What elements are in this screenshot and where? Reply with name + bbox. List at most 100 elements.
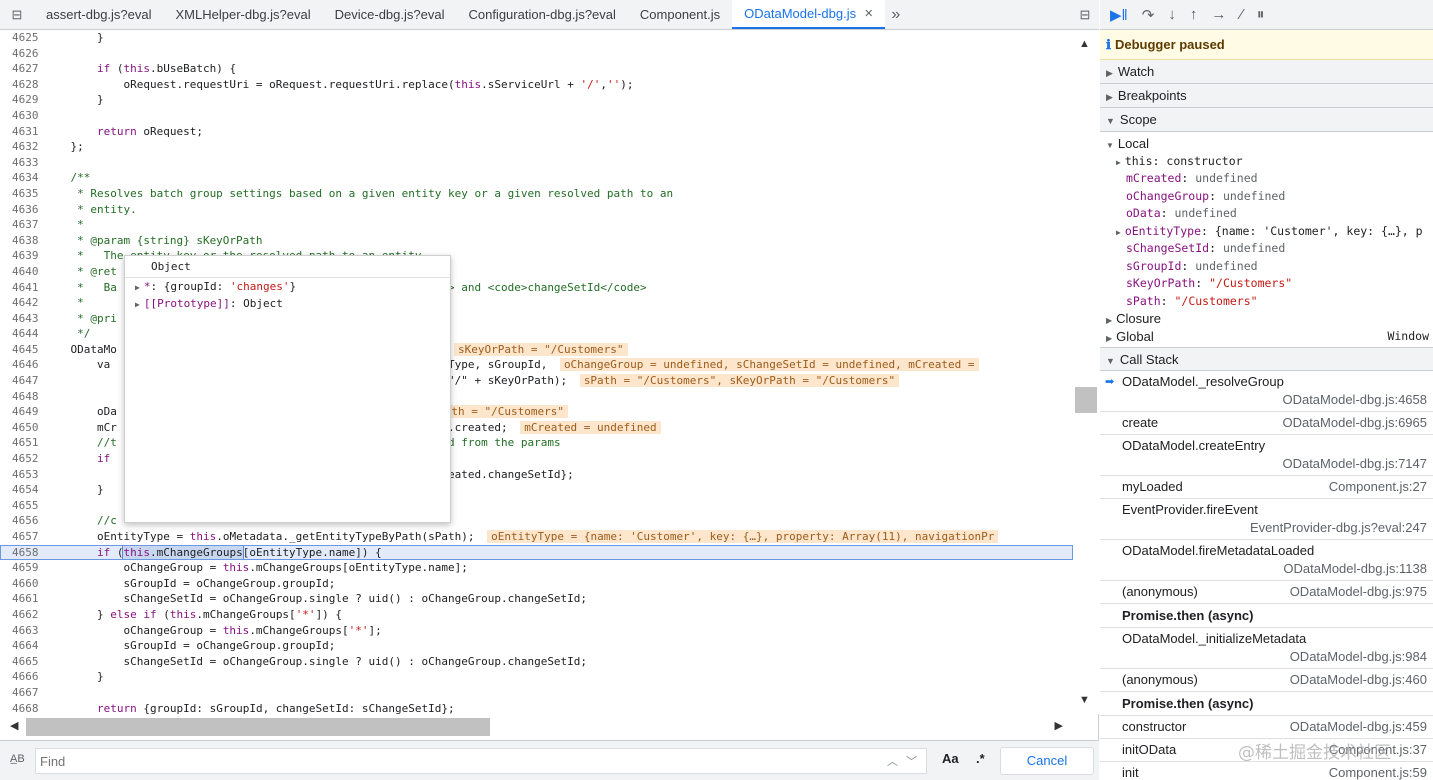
step-over-icon[interactable]: ↷ xyxy=(1142,6,1155,24)
line-number[interactable]: 4633 xyxy=(0,155,44,171)
line-number[interactable]: 4660 xyxy=(0,576,44,592)
scroll-down-icon[interactable]: ▼ xyxy=(1079,694,1090,706)
line-number[interactable]: 4657 xyxy=(0,529,44,545)
scope-variable[interactable]: sChangeSetId: undefined xyxy=(1100,240,1433,258)
line-number[interactable]: 4649 xyxy=(0,404,44,420)
line-number[interactable]: 4648 xyxy=(0,389,44,405)
line-number[interactable]: 4642 xyxy=(0,295,44,311)
call-frame[interactable]: ODataModel.fireMetadataLoaded ODataModel-… xyxy=(1100,540,1433,581)
line-number[interactable]: 4667 xyxy=(0,685,44,701)
pause-exceptions-icon[interactable]: ⏸ xyxy=(1257,6,1265,23)
toggle-debugger-icon[interactable]: ⊟ xyxy=(1071,0,1099,29)
find-prev-icon[interactable]: ︿ xyxy=(887,756,906,768)
frame-location[interactable]: Component.js:37 xyxy=(1329,741,1427,759)
line-number[interactable]: 4659 xyxy=(0,560,44,576)
line-number[interactable]: 4668 xyxy=(0,701,44,714)
vertical-scroll-thumb[interactable] xyxy=(1075,387,1097,413)
scope-variable[interactable]: sKeyOrPath: "/Customers" xyxy=(1100,275,1433,293)
line-number[interactable]: 4626 xyxy=(0,46,44,62)
frame-location[interactable]: ODataModel-dbg.js:460 xyxy=(1290,671,1427,689)
scope-variable[interactable]: ▶ this: constructor xyxy=(1100,153,1433,171)
call-frame[interactable]: ➡ ODataModel._resolveGroup ODataModel-dbg.… xyxy=(1100,371,1433,412)
line-number[interactable]: 4654 xyxy=(0,482,44,498)
toggle-navigator-icon[interactable]: ⊟ xyxy=(0,0,34,29)
find-cancel-button[interactable]: Cancel xyxy=(1000,747,1094,775)
source-tab[interactable]: XMLHelper-dbg.js?eval xyxy=(164,0,323,29)
source-tab[interactable]: Configuration-dbg.js?eval xyxy=(456,0,627,29)
frame-location[interactable]: ODataModel-dbg.js:984 xyxy=(1122,648,1427,666)
line-number[interactable]: 4655 xyxy=(0,498,44,514)
line-number[interactable]: 4647 xyxy=(0,373,44,389)
line-number[interactable]: 4652 xyxy=(0,451,44,467)
line-number[interactable]: 4627 xyxy=(0,61,44,77)
line-number[interactable]: 4630 xyxy=(0,108,44,124)
frame-location[interactable]: ODataModel-dbg.js:4658 xyxy=(1122,391,1427,409)
step-icon[interactable]: → xyxy=(1211,6,1226,23)
call-frame[interactable]: myLoaded Component.js:27 xyxy=(1100,476,1433,499)
line-number[interactable]: 4636 xyxy=(0,202,44,218)
find-next-icon[interactable]: ﹀ xyxy=(906,756,925,768)
scope-variable[interactable]: sGroupId: undefined xyxy=(1100,258,1433,276)
step-out-icon[interactable]: ↑ xyxy=(1190,6,1198,23)
line-number[interactable]: 4653 xyxy=(0,467,44,483)
line-number[interactable]: 4628 xyxy=(0,77,44,93)
line-number[interactable]: 4661 xyxy=(0,591,44,607)
popover-property[interactable]: ▶ *: {groupId: 'changes'} xyxy=(125,278,450,295)
line-number[interactable]: 4638 xyxy=(0,233,44,249)
call-frame[interactable]: constructor ODataModel-dbg.js:459 xyxy=(1100,716,1433,739)
vertical-scrollbar[interactable]: ▲ ▼ xyxy=(1073,30,1099,714)
frame-location[interactable]: ODataModel-dbg.js:6965 xyxy=(1282,414,1427,432)
scroll-up-icon[interactable]: ▲ xyxy=(1079,38,1090,50)
frame-location[interactable]: EventProvider-dbg.js?eval:247 xyxy=(1122,519,1427,537)
line-number[interactable]: 4663 xyxy=(0,623,44,639)
line-number[interactable]: 4635 xyxy=(0,186,44,202)
call-frame[interactable]: ODataModel._initializeMetadata ODataModel… xyxy=(1100,628,1433,669)
call-frame[interactable]: EventProvider.fireEvent EventProvider-dbg… xyxy=(1100,499,1433,540)
scope-variable[interactable]: oData: undefined xyxy=(1100,205,1433,223)
call-frame[interactable]: create ODataModel-dbg.js:6965 xyxy=(1100,412,1433,435)
scope-variable[interactable]: mCreated: undefined xyxy=(1100,170,1433,188)
line-number[interactable]: 4645 xyxy=(0,342,44,358)
regex-button[interactable]: .* xyxy=(976,751,985,766)
line-number[interactable]: 4643 xyxy=(0,311,44,327)
popover-property[interactable]: ▶ [[Prototype]]: Object xyxy=(125,295,450,312)
call-frame[interactable]: (anonymous) ODataModel-dbg.js:975 xyxy=(1100,581,1433,604)
line-number[interactable]: 4656 xyxy=(0,513,44,529)
line-number[interactable]: 4639 xyxy=(0,248,44,264)
line-number[interactable]: 4651 xyxy=(0,435,44,451)
scope-variable[interactable]: ▶ oEntityType: {name: 'Customer', key: {…… xyxy=(1100,223,1433,241)
find-input[interactable] xyxy=(35,748,927,774)
call-frame[interactable]: initOData Component.js:37 xyxy=(1100,739,1433,762)
horizontal-scroll-thumb[interactable] xyxy=(26,718,490,736)
resume-icon[interactable]: ▶‖ xyxy=(1110,6,1128,24)
line-number[interactable]: 4662 xyxy=(0,607,44,623)
line-number[interactable]: 4644 xyxy=(0,326,44,342)
call-frame[interactable]: ODataModel.createEntry ODataModel-dbg.js:… xyxy=(1100,435,1433,476)
scroll-right-icon[interactable]: ▶ xyxy=(1055,719,1063,732)
line-number[interactable]: 4664 xyxy=(0,638,44,654)
frame-location[interactable]: ODataModel-dbg.js:7147 xyxy=(1122,455,1427,473)
frame-location[interactable]: Component.js:59 xyxy=(1329,764,1427,780)
source-tab[interactable]: Device-dbg.js?eval xyxy=(323,0,457,29)
line-number[interactable]: 4641 xyxy=(0,280,44,296)
line-number[interactable]: 4658 xyxy=(0,545,44,561)
scope-variable[interactable]: sPath: "/Customers" xyxy=(1100,293,1433,311)
frame-location[interactable]: ODataModel-dbg.js:1138 xyxy=(1122,560,1427,578)
line-number[interactable]: 4629 xyxy=(0,92,44,108)
more-tabs-icon[interactable]: » xyxy=(885,0,906,29)
line-number[interactable]: 4666 xyxy=(0,669,44,685)
line-number[interactable]: 4650 xyxy=(0,420,44,436)
source-tab[interactable]: assert-dbg.js?eval xyxy=(34,0,164,29)
horizontal-scrollbar[interactable]: ◀ ▶ xyxy=(0,714,1073,740)
line-number[interactable]: 4625 xyxy=(0,30,44,46)
frame-location[interactable]: ODataModel-dbg.js:975 xyxy=(1290,583,1427,601)
tab-close-icon[interactable]: ✕ xyxy=(864,7,873,20)
source-tab[interactable]: Component.js xyxy=(628,0,732,29)
line-number[interactable]: 4640 xyxy=(0,264,44,280)
line-number[interactable]: 4646 xyxy=(0,357,44,373)
line-number[interactable]: 4631 xyxy=(0,124,44,140)
scope-section-header[interactable]: ▼ Scope xyxy=(1100,108,1433,132)
watch-section-header[interactable]: ▶ Watch xyxy=(1100,60,1433,84)
scope-global[interactable]: ▶ Global Window xyxy=(1100,328,1433,346)
step-into-icon[interactable]: ↓ xyxy=(1168,6,1176,23)
